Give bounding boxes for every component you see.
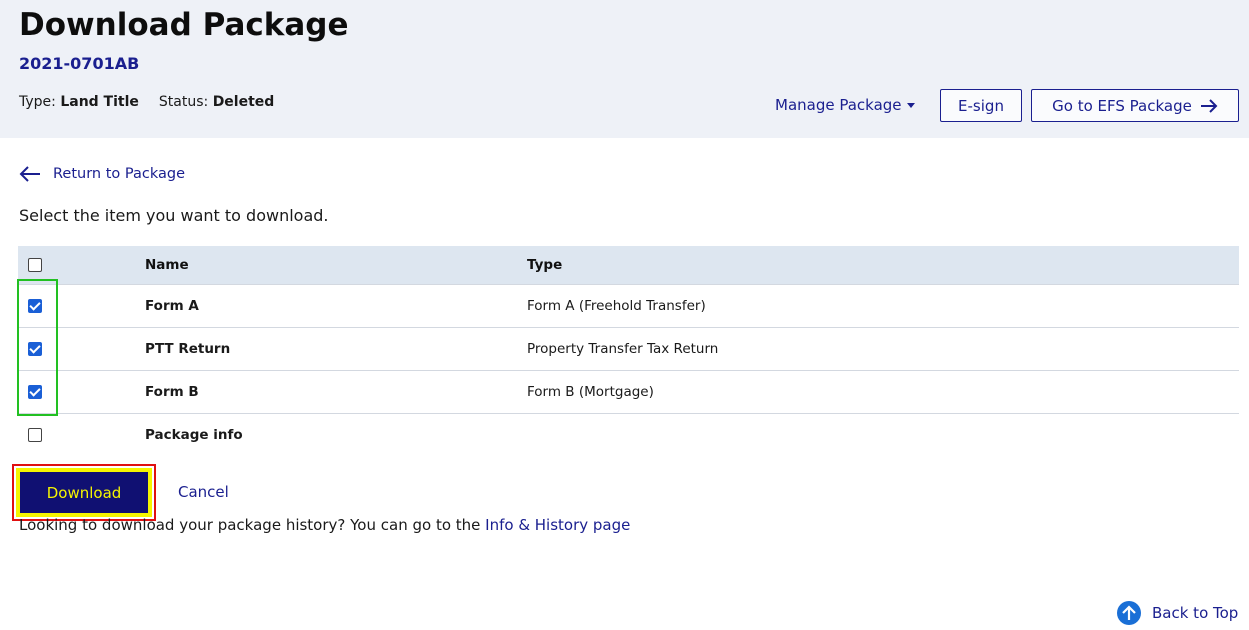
download-label: Download (46, 483, 122, 502)
efs-label: Go to EFS Package (1052, 96, 1192, 115)
table-row: PTT Return Property Transfer Tax Return (18, 326, 1239, 370)
history-note: Looking to download your package history… (19, 516, 630, 534)
row-name: Form A (145, 283, 527, 327)
row-type: Form B (Mortgage) (527, 369, 1239, 413)
caret-down-icon (906, 103, 915, 108)
table-row: Package info (18, 412, 1239, 456)
column-header-type: Type (527, 256, 563, 273)
return-to-package-link[interactable]: Return to Package (19, 165, 185, 183)
type-label: Type: (19, 94, 56, 110)
return-to-package-label: Return to Package (53, 166, 185, 182)
package-type: Type: Land Title (19, 94, 139, 110)
row-checkbox-form-a[interactable] (28, 298, 42, 313)
download-items-table: Name Type Form A Form A (Freehold Transf… (18, 246, 1239, 456)
status-label: Status: (158, 94, 209, 110)
type-value: Land Title (60, 94, 139, 110)
package-status: Status: Deleted (159, 94, 274, 110)
row-checkbox-cell (18, 412, 145, 456)
back-to-top-link[interactable]: Back to Top (1117, 601, 1238, 625)
row-checkbox-cell (18, 283, 145, 327)
row-name: PTT Return (145, 326, 527, 370)
history-text: Looking to download your package history… (19, 516, 486, 534)
esign-label: E-sign (958, 96, 1004, 115)
page-header: Download Package 2021-0701AB Type: Land … (0, 0, 1249, 138)
row-checkbox-ptt-return[interactable] (28, 341, 42, 356)
manage-package-dropdown[interactable]: Manage Package (775, 96, 915, 114)
row-checkbox-cell (18, 326, 145, 370)
row-checkbox-form-b[interactable] (28, 384, 42, 399)
download-button[interactable]: Download (16, 468, 152, 517)
table-row: Form A Form A (Freehold Transfer) (18, 283, 1239, 327)
row-checkbox-cell (18, 369, 145, 413)
arrow-up-circle-icon (1117, 601, 1141, 625)
package-id: 2021-0701AB (19, 54, 140, 73)
row-type (527, 412, 1239, 456)
info-history-link[interactable]: Info & History page (485, 516, 630, 534)
row-type: Property Transfer Tax Return (527, 326, 1239, 370)
row-name: Package info (145, 412, 527, 456)
table-header-row: Name Type (18, 246, 1239, 284)
table-row: Form B Form B (Mortgage) (18, 369, 1239, 413)
arrow-left-icon (19, 166, 40, 182)
page-title: Download Package (19, 7, 349, 43)
cancel-link[interactable]: Cancel (178, 483, 229, 501)
manage-package-label: Manage Package (775, 96, 902, 114)
column-header-name: Name (145, 256, 189, 273)
arrow-right-icon (1200, 98, 1218, 113)
back-to-top-label: Back to Top (1152, 604, 1239, 622)
row-type: Form A (Freehold Transfer) (527, 283, 1239, 327)
package-meta: Type: Land Title Status: Deleted (19, 94, 274, 110)
row-name: Form B (145, 369, 527, 413)
select-all-checkbox[interactable] (28, 257, 42, 272)
go-to-efs-package-button[interactable]: Go to EFS Package (1031, 89, 1239, 122)
row-checkbox-package-info[interactable] (28, 427, 42, 442)
esign-button[interactable]: E-sign (940, 89, 1022, 122)
instruction-text: Select the item you want to download. (19, 206, 329, 225)
select-all-cell (18, 246, 145, 284)
status-value: Deleted (212, 94, 275, 110)
